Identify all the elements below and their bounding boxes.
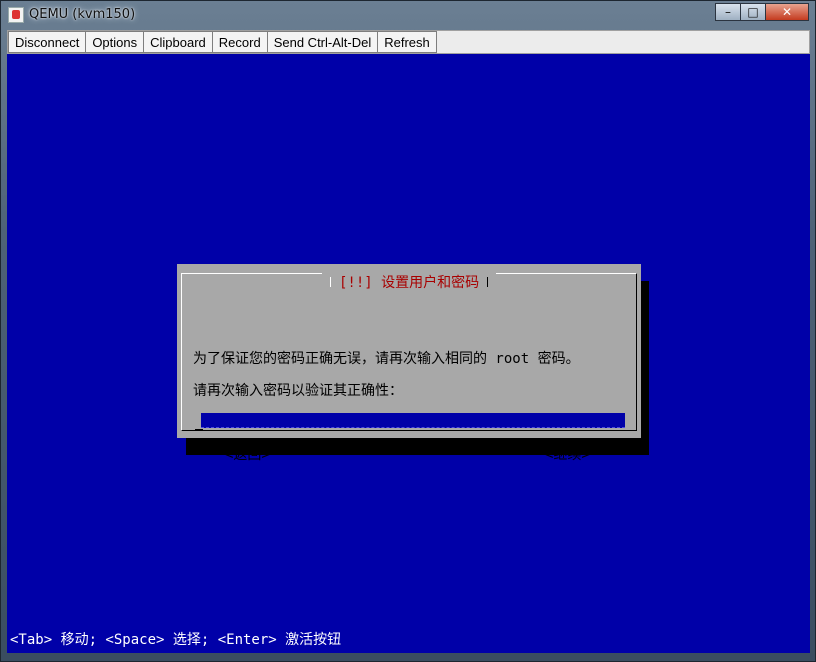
title-left-tick (330, 277, 331, 287)
vnc-toolbar: Disconnect Options Clipboard Record Send… (7, 30, 810, 54)
password-input[interactable] (195, 412, 632, 430)
password-field-value[interactable] (201, 413, 625, 428)
minimize-icon[interactable]: – (715, 3, 741, 21)
dialog-message-line1: 为了保证您的密码正确无误，请再次输入相同的 root 密码。 (193, 351, 580, 367)
record-button[interactable]: Record (211, 31, 268, 53)
clipboard-button[interactable]: Clipboard (143, 31, 213, 53)
title-right-tick (487, 277, 489, 287)
options-button[interactable]: Options (85, 31, 145, 53)
vm-console-screen[interactable]: [!!] 设置用户和密码 为了保证您的密码正确无误，请再次输入相同的 root … (7, 54, 810, 653)
window-title: QEMU (kvm150) (29, 7, 136, 22)
continue-button[interactable]: <继续> (545, 444, 590, 464)
dialog-title: [!!] 设置用户和密码 (339, 275, 480, 291)
dialog-message-line2: 请再次输入密码以验证其正确性： (193, 383, 403, 399)
input-cursor (195, 429, 203, 430)
title-bar[interactable]: QEMU (kvm150) – □ ✕ (1, 1, 816, 29)
keyboard-help-line: <Tab> 移动; <Space> 选择; <Enter> 激活按钮 (10, 632, 342, 648)
java-app-icon (8, 7, 24, 23)
window-controls: – □ ✕ (715, 3, 809, 23)
dialog-title-wrap: [!!] 设置用户和密码 (322, 273, 497, 291)
close-icon[interactable]: ✕ (765, 3, 809, 21)
disconnect-button[interactable]: Disconnect (8, 31, 87, 53)
send-ctrl-alt-del-button[interactable]: Send Ctrl-Alt-Del (266, 31, 379, 53)
refresh-button[interactable]: Refresh (377, 31, 437, 53)
qemu-window: QEMU (kvm150) – □ ✕ Disconnect Options C… (0, 0, 816, 662)
maximize-icon[interactable]: □ (740, 3, 766, 21)
password-dialog: [!!] 设置用户和密码 为了保证您的密码正确无误，请再次输入相同的 root … (177, 264, 641, 463)
back-button[interactable]: <返回> (225, 444, 270, 464)
